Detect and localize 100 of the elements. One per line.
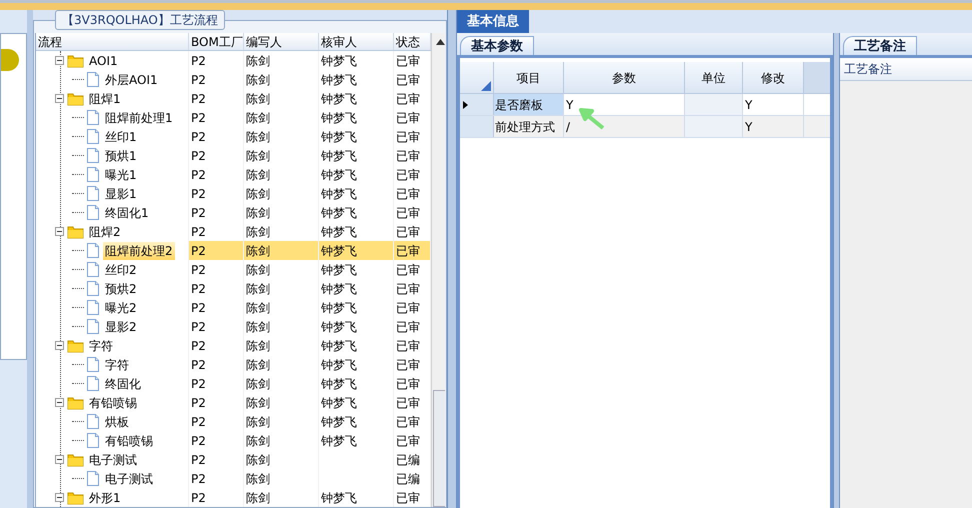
table-cell-text: P2 bbox=[191, 280, 206, 298]
table-cell-text: P2 bbox=[191, 110, 206, 126]
pointer-arrow-icon bbox=[579, 108, 605, 130]
document-icon bbox=[86, 280, 100, 297]
tree-item[interactable]: 显影2 bbox=[103, 318, 139, 336]
tree-item[interactable]: 字符 bbox=[87, 336, 115, 354]
tree-item[interactable]: 终固化 bbox=[103, 374, 143, 392]
table-cell-text: 陈剑 bbox=[246, 490, 270, 506]
column-header[interactable]: 单位 bbox=[685, 62, 743, 93]
collapse-toggle-icon[interactable] bbox=[55, 455, 64, 464]
collapse-toggle-icon[interactable] bbox=[55, 56, 64, 65]
folder-icon bbox=[67, 92, 84, 106]
table-cell-text: 陈剑 bbox=[246, 166, 270, 184]
table-cell-text: 陈剑 bbox=[246, 204, 270, 222]
tree-item[interactable]: 电子测试 bbox=[87, 450, 139, 468]
tree-item[interactable]: 电子测试 bbox=[103, 470, 155, 488]
tree-item[interactable]: 外层AOI1 bbox=[103, 70, 160, 88]
table-cell-text: P2 bbox=[191, 72, 206, 88]
tree-item[interactable]: 曝光2 bbox=[103, 298, 139, 316]
table-cell-text: 陈剑 bbox=[246, 432, 270, 450]
table-cell-text: P2 bbox=[191, 148, 206, 164]
collapse-toggle-icon[interactable] bbox=[55, 341, 64, 350]
scroll-up-icon[interactable] bbox=[436, 39, 444, 45]
group-title: 【3V3RQOLHAO】工艺流程 bbox=[55, 10, 225, 30]
tree-item[interactable]: 烘板 bbox=[103, 412, 131, 430]
tree-item[interactable]: 丝印1 bbox=[103, 128, 139, 146]
tree-item[interactable]: 阻焊2 bbox=[87, 222, 123, 240]
column-header[interactable]: 项目 bbox=[494, 62, 564, 93]
table-cell-text: 已审 bbox=[396, 300, 420, 316]
folder-icon bbox=[67, 224, 84, 238]
document-icon bbox=[86, 356, 100, 373]
table-cell-text: 陈剑 bbox=[246, 376, 270, 392]
table-cell-text: 陈剑 bbox=[246, 470, 270, 488]
tab[interactable]: 基本参数 bbox=[460, 36, 534, 55]
document-icon bbox=[86, 204, 100, 221]
tree-item[interactable]: 曝光1 bbox=[103, 166, 139, 184]
table-cell-text: 钟梦飞 bbox=[321, 90, 357, 108]
document-icon bbox=[86, 166, 100, 183]
table-cell-text: 已审 bbox=[396, 490, 420, 506]
table-cell-text: P2 bbox=[191, 394, 206, 412]
table-cell-text: P2 bbox=[191, 224, 206, 240]
table-cell-text: 已审 bbox=[396, 432, 420, 450]
table-cell-text: P2 bbox=[191, 452, 206, 468]
scrollbar[interactable] bbox=[431, 33, 445, 507]
document-icon bbox=[86, 128, 100, 145]
tree-item[interactable]: 字符 bbox=[103, 356, 131, 374]
tree-item[interactable]: 有铅喷锡 bbox=[103, 432, 155, 450]
table-cell-text: 陈剑 bbox=[246, 338, 270, 354]
tree-item[interactable]: 丝印2 bbox=[103, 260, 139, 278]
tree-item[interactable]: 有铅喷锡 bbox=[87, 394, 139, 412]
table-cell[interactable]: 是否磨板 bbox=[494, 94, 564, 115]
table-cell-text: P2 bbox=[191, 90, 206, 108]
tree-item[interactable]: 外形1 bbox=[87, 488, 123, 506]
document-icon bbox=[86, 299, 100, 316]
tree-item[interactable]: 预烘2 bbox=[103, 280, 139, 298]
tree-item[interactable]: 显影1 bbox=[103, 184, 139, 202]
table-cell-text: 陈剑 bbox=[246, 52, 270, 70]
table-cell-text: 陈剑 bbox=[246, 452, 270, 468]
table-cell-text: 钟梦飞 bbox=[321, 242, 357, 260]
table-cell-text: 钟梦飞 bbox=[321, 204, 357, 222]
column-header[interactable]: 流程 bbox=[36, 33, 189, 50]
panel-label: 工艺备注 bbox=[844, 61, 892, 78]
tree-item[interactable]: 阻焊1 bbox=[87, 90, 123, 108]
column-header[interactable]: 编写人 bbox=[244, 33, 319, 50]
table-cell: Y bbox=[743, 116, 804, 137]
table-cell-text: 钟梦飞 bbox=[321, 52, 357, 70]
tab[interactable]: 工艺备注 bbox=[843, 36, 917, 55]
table-cell-text: 钟梦飞 bbox=[321, 72, 357, 88]
tree-item[interactable]: AOI1 bbox=[87, 52, 120, 70]
collapse-toggle-icon[interactable] bbox=[55, 398, 64, 407]
tree-item[interactable]: 阻焊前处理2 bbox=[103, 242, 175, 260]
table-cell-text: 已审 bbox=[396, 242, 420, 260]
collapse-toggle-icon[interactable] bbox=[55, 227, 64, 236]
row-header-cell[interactable] bbox=[460, 116, 494, 137]
column-header[interactable]: BOM工厂 bbox=[189, 33, 244, 50]
table-cell-text: P2 bbox=[191, 166, 206, 184]
folder-icon bbox=[67, 452, 84, 466]
folder-icon bbox=[67, 54, 84, 68]
collapse-toggle-icon[interactable] bbox=[55, 94, 64, 103]
scrollbar-thumb[interactable] bbox=[433, 390, 445, 507]
tree-item[interactable]: 预烘1 bbox=[103, 146, 139, 164]
document-icon bbox=[86, 375, 100, 392]
column-header[interactable]: 核审人 bbox=[319, 33, 394, 50]
table-cell-text: 陈剑 bbox=[246, 72, 270, 88]
tab[interactable]: 基本信息 bbox=[457, 10, 529, 33]
row-header-cell[interactable] bbox=[460, 94, 494, 115]
table-cell-text: P2 bbox=[191, 338, 206, 354]
tree-item[interactable]: 阻焊前处理1 bbox=[103, 108, 175, 126]
collapse-toggle-icon[interactable] bbox=[55, 493, 64, 502]
table-cell-text: P2 bbox=[191, 128, 206, 146]
table-cell-text: 钟梦飞 bbox=[321, 110, 357, 126]
table-cell-text: P2 bbox=[191, 300, 206, 316]
table-cell: Y bbox=[743, 94, 804, 115]
table-cell-text: 已审 bbox=[396, 318, 420, 336]
table-cell-text: P2 bbox=[191, 262, 206, 278]
tree-item[interactable]: 终固化1 bbox=[103, 204, 151, 222]
table-cell-text: 已审 bbox=[396, 52, 420, 70]
column-header[interactable]: 参数 bbox=[564, 62, 685, 93]
table-cell-text: 钟梦飞 bbox=[321, 148, 357, 164]
table-cell-text: P2 bbox=[191, 204, 206, 222]
